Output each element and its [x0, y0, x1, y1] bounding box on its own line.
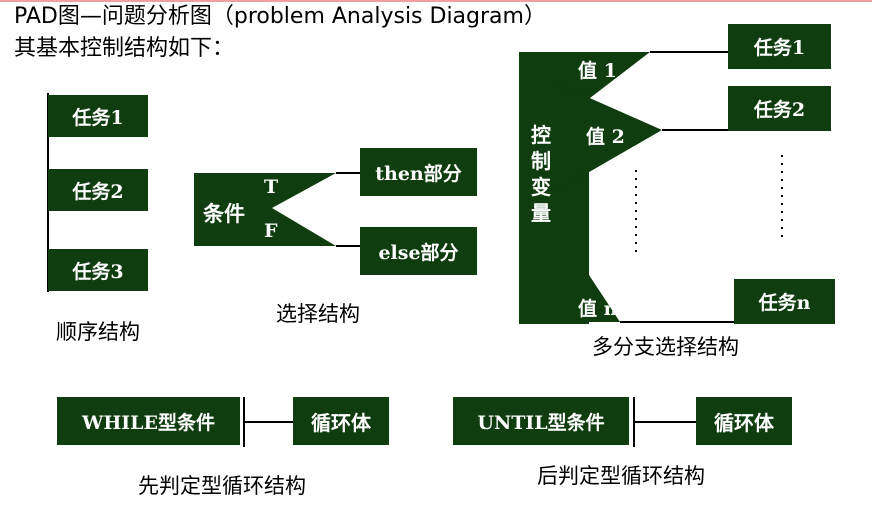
sequence-task-1: 任务1: [48, 95, 148, 137]
selection-condition-label: 条件: [203, 201, 245, 226]
multi-task-n: 任务n: [734, 279, 835, 324]
selection-false-label: F: [264, 220, 278, 242]
valuen-label: 值 n: [578, 298, 618, 320]
while-body-box: 循环体: [293, 397, 389, 445]
else-box: else部分: [360, 227, 477, 275]
sequence-task-3: 任务3: [48, 249, 148, 291]
value2-label: 值 2: [586, 126, 625, 148]
sequence-task-2: 任务2: [48, 169, 148, 211]
while-condition-box: WHILE型条件: [57, 397, 240, 445]
selection-caption: 选择结构: [276, 302, 360, 326]
control-variable-label: 控制变量: [531, 123, 551, 225]
until-caption: 后判定型循环结构: [537, 464, 705, 488]
until-body-box: 循环体: [696, 397, 792, 445]
multi-task-2: 任务2: [728, 86, 831, 131]
multi-caption: 多分支选择结构: [592, 335, 739, 359]
while-caption: 先判定型循环结构: [138, 474, 306, 498]
value1-label: 值 1: [578, 60, 617, 82]
sequence-caption: 顺序结构: [56, 320, 140, 344]
until-condition-box: UNTIL型条件: [453, 397, 629, 445]
selection-true-label: T: [264, 176, 279, 198]
multi-task-1: 任务1: [728, 24, 831, 69]
then-box: then部分: [360, 148, 477, 196]
